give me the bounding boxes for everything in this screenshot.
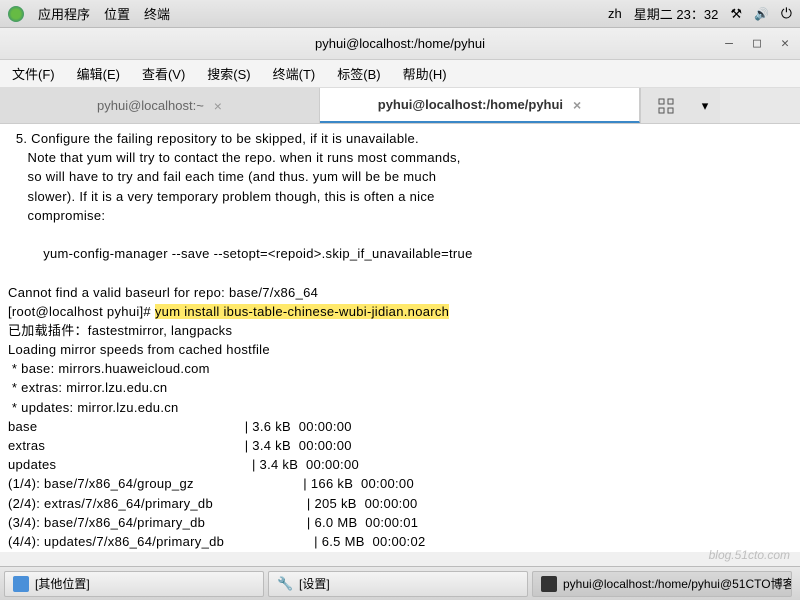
terminal-output[interactable]: 5. Configure the failing repository to b… [0, 124, 800, 552]
power-icon[interactable] [781, 5, 792, 22]
chevron-down-icon: ▾ [702, 98, 709, 114]
taskbar-item-files[interactable]: [其他位置] [4, 571, 264, 597]
terminal-line: * extras: mirror.lzu.edu.cn [8, 380, 167, 395]
taskbar: [其他位置] [设置] pyhui@localhost:/home/pyhui@… [0, 566, 800, 600]
menu-terminal[interactable]: 终端(T) [269, 62, 320, 85]
tabbar: pyhui@localhost:~ × pyhui@localhost:/hom… [0, 88, 800, 124]
terminal-line: base | 3.6 kB 00:00:00 [8, 419, 352, 434]
volume-icon[interactable] [754, 6, 769, 21]
tab-dropdown-button[interactable]: ▾ [690, 88, 720, 123]
tab-1[interactable]: pyhui@localhost:~ × [0, 88, 320, 123]
terminal-line: * updates: mirror.lzu.edu.cn [8, 400, 179, 415]
terminal-prompt: [root@localhost pyhui]# [8, 304, 155, 319]
grid-icon [658, 98, 674, 114]
menu-file[interactable]: 文件(F) [8, 62, 59, 85]
taskbar-item-label: pyhui@localhost:/home/pyhui@51CTO博客 [563, 575, 792, 592]
terminal-line: (4/4): updates/7/x86_64/primary_db | 6.5… [8, 534, 426, 549]
maximize-button[interactable]: □ [750, 37, 764, 51]
terminal-line: updates | 3.4 kB 00:00:00 [8, 457, 359, 472]
terminal-line: slower). If it is a very temporary probl… [8, 189, 435, 204]
minimize-button[interactable]: — [722, 37, 736, 51]
menu-applications[interactable]: 应用程序 [38, 4, 90, 23]
taskbar-item-terminal[interactable]: pyhui@localhost:/home/pyhui@51CTO博客 [532, 571, 792, 597]
menu-edit[interactable]: 编辑(E) [73, 62, 124, 85]
terminal-line: * base: mirrors.huaweicloud.com [8, 361, 210, 376]
terminal-icon [541, 576, 557, 592]
tab-2-close-icon[interactable]: × [573, 97, 581, 113]
terminal-line: Loading mirror speeds from cached hostfi… [8, 342, 270, 357]
terminal-line: compromise: [8, 208, 105, 223]
terminal-line: (3/4): base/7/x86_64/primary_db | 6.0 MB… [8, 515, 418, 530]
terminal-line: extras | 3.4 kB 00:00:00 [8, 438, 352, 453]
clock[interactable]: 星期二 23：32 [634, 4, 719, 23]
input-method-indicator[interactable]: zh [608, 6, 622, 21]
menubar: 文件(F) 编辑(E) 查看(V) 搜索(S) 终端(T) 标签(B) 帮助(H… [0, 60, 800, 88]
tab-overview-button[interactable] [640, 88, 690, 123]
taskbar-item-label: [其他位置] [35, 575, 90, 592]
close-button[interactable]: ✕ [778, 37, 792, 51]
top-panel: 应用程序 位置 终端 zh 星期二 23：32 [0, 0, 800, 28]
terminal-line: so will have to try and fail each time (… [8, 169, 436, 184]
taskbar-item-settings[interactable]: [设置] [268, 571, 528, 597]
terminal-line: Cannot find a valid baseurl for repo: ba… [8, 285, 318, 300]
menu-help[interactable]: 帮助(H) [399, 62, 451, 85]
terminal-line: yum-config-manager --save --setopt=<repo… [8, 246, 473, 261]
menu-places[interactable]: 位置 [104, 4, 130, 23]
window-titlebar[interactable]: pyhui@localhost:/home/pyhui — □ ✕ [0, 28, 800, 60]
terminal-line: (1/4): base/7/x86_64/group_gz | 166 kB 0… [8, 476, 414, 491]
menu-view[interactable]: 查看(V) [138, 62, 189, 85]
tab-2-label: pyhui@localhost:/home/pyhui [378, 97, 563, 112]
taskbar-item-label: [设置] [299, 575, 330, 592]
tab-2[interactable]: pyhui@localhost:/home/pyhui × [320, 88, 640, 123]
terminal-line: 已加载插件：fastestmirror, langpacks [8, 323, 232, 338]
terminal-command-highlight: yum install ibus-table-chinese-wubi-jidi… [155, 304, 449, 319]
menu-terminal[interactable]: 终端 [144, 4, 170, 23]
terminal-line: Note that yum will try to contact the re… [8, 150, 461, 165]
settings-icon [277, 576, 293, 592]
menu-tabs[interactable]: 标签(B) [333, 62, 384, 85]
files-icon [13, 576, 29, 592]
tab-1-label: pyhui@localhost:~ [97, 98, 204, 113]
network-icon[interactable] [730, 6, 742, 22]
window-title: pyhui@localhost:/home/pyhui [315, 36, 485, 51]
terminal-line: 5. Configure the failing repository to b… [8, 131, 419, 146]
terminal-line: (2/4): extras/7/x86_64/primary_db | 205 … [8, 496, 418, 511]
tab-1-close-icon[interactable]: × [214, 98, 222, 114]
gnome-foot-icon[interactable] [8, 6, 24, 22]
menu-search[interactable]: 搜索(S) [203, 62, 254, 85]
